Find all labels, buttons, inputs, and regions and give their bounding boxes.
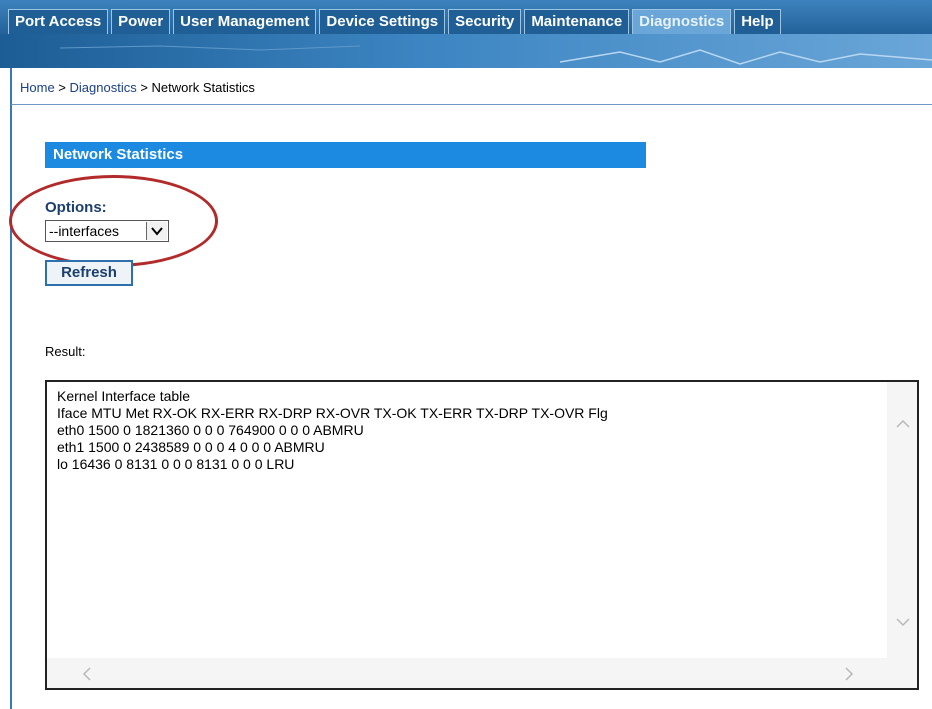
top-nav: Port Access Power User Management Device… bbox=[0, 0, 932, 68]
result-line: Kernel Interface table bbox=[57, 388, 191, 404]
tab-maintenance[interactable]: Maintenance bbox=[524, 9, 630, 34]
breadcrumb: Home > Diagnostics > Network Statistics bbox=[20, 80, 255, 95]
breadcrumb-separator: > bbox=[54, 80, 70, 95]
tab-help[interactable]: Help bbox=[734, 9, 781, 34]
refresh-button[interactable]: Refresh bbox=[45, 260, 133, 286]
tab-diagnostics[interactable]: Diagnostics bbox=[632, 9, 732, 34]
breadcrumb-separator: > bbox=[136, 80, 152, 95]
result-line: Iface MTU Met RX-OK RX-ERR RX-DRP RX-OVR… bbox=[57, 405, 608, 421]
result-textarea[interactable]: Kernel Interface table Iface MTU Met RX-… bbox=[45, 380, 919, 690]
options-label: Options: bbox=[45, 199, 107, 216]
result-line: lo 16436 0 8131 0 0 0 8131 0 0 0 LRU bbox=[57, 456, 295, 472]
breadcrumb-current: Network Statistics bbox=[151, 80, 255, 95]
nav-banner bbox=[0, 34, 932, 68]
horizontal-scrollbar[interactable] bbox=[47, 658, 917, 688]
scroll-down-icon[interactable] bbox=[895, 616, 911, 628]
banner-wave-graphic bbox=[59, 45, 932, 65]
breadcrumb-diagnostics-link[interactable]: Diagnostics bbox=[70, 80, 137, 95]
tab-power[interactable]: Power bbox=[111, 9, 171, 34]
options-select-value: --interfaces bbox=[49, 223, 120, 239]
options-select[interactable]: --interfaces bbox=[45, 220, 169, 242]
tab-device-settings[interactable]: Device Settings bbox=[319, 9, 446, 34]
content-border bbox=[10, 105, 12, 709]
tab-user-management[interactable]: User Management bbox=[173, 9, 317, 34]
scroll-up-icon[interactable] bbox=[895, 418, 911, 430]
tab-security[interactable]: Security bbox=[448, 9, 522, 34]
breadcrumb-home-link[interactable]: Home bbox=[20, 80, 55, 95]
chevron-down-icon[interactable] bbox=[146, 222, 167, 240]
result-line: eth0 1500 0 1821360 0 0 0 764900 0 0 0 A… bbox=[57, 422, 364, 438]
result-line: eth1 1500 0 2438589 0 0 0 4 0 0 0 ABMRU bbox=[57, 439, 325, 455]
scroll-right-icon[interactable] bbox=[843, 666, 855, 682]
tab-port-access[interactable]: Port Access bbox=[8, 9, 109, 34]
result-lines: Kernel Interface table Iface MTU Met RX-… bbox=[57, 388, 608, 473]
vertical-scrollbar[interactable] bbox=[887, 382, 917, 658]
result-label: Result: bbox=[45, 344, 86, 359]
page-title: Network Statistics bbox=[45, 142, 646, 168]
nav-tabs: Port Access Power User Management Device… bbox=[8, 9, 784, 35]
breadcrumb-bar: Home > Diagnostics > Network Statistics bbox=[10, 68, 932, 105]
scroll-left-icon[interactable] bbox=[81, 666, 93, 682]
